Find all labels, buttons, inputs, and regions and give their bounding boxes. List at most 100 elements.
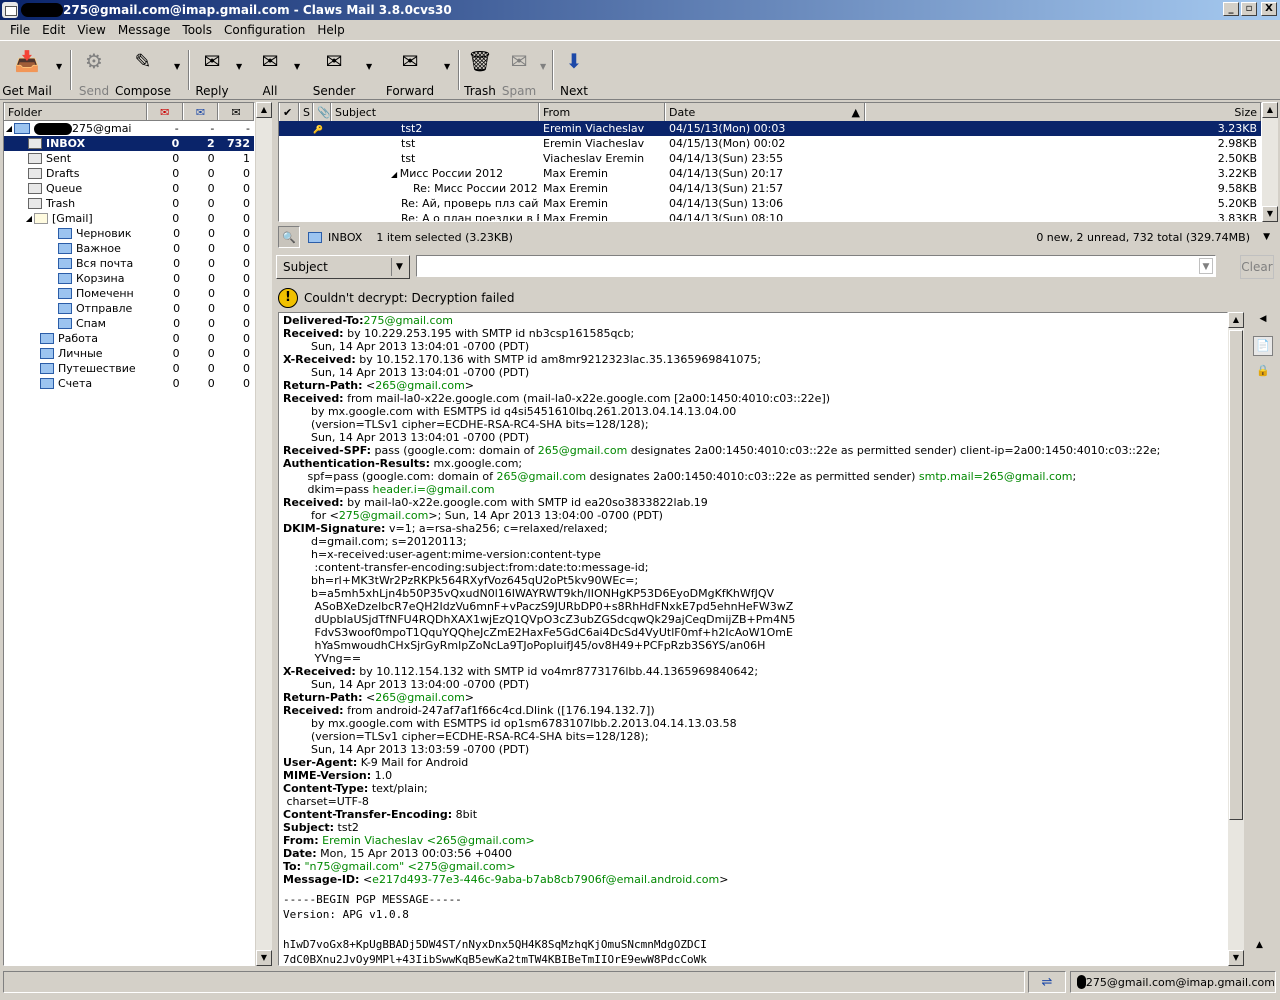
header-g3[interactable]: 275@gmail.com> <box>417 860 516 873</box>
maximize-button[interactable]: ▫ <box>1241 2 1257 16</box>
expand-arrow-icon[interactable]: ▲ <box>1256 940 1263 950</box>
header-g[interactable]: e217d493-77e3-446c-9aba-b7ab8cb7906f@ema… <box>372 873 719 886</box>
menu-view[interactable]: View <box>71 23 111 37</box>
reply-all-button[interactable]: ✉ All <box>248 42 292 98</box>
folder-row[interactable]: Корзина 0 0 0 <box>4 271 254 286</box>
scroll-up-arrow-icon[interactable]: ▲ <box>256 102 272 118</box>
search-button[interactable]: 🔍 <box>278 226 300 248</box>
forward-button[interactable]: ✉ Forward <box>380 42 440 98</box>
reply-all-menu-button[interactable]: ▼ <box>292 42 306 98</box>
header-g2[interactable]: 75@gmail.com" < <box>317 860 417 873</box>
encrypted-part-icon[interactable]: 🔒 <box>1253 362 1273 382</box>
reply-menu-button[interactable]: ▼ <box>234 42 248 98</box>
compose-menu-button[interactable]: ▼ <box>170 42 188 98</box>
collapse-left-icon[interactable]: ◀ <box>1250 314 1276 324</box>
from-column-header[interactable]: From <box>539 103 665 121</box>
search-input[interactable]: ▼ <box>416 255 1216 277</box>
text-part-icon[interactable]: 📄 <box>1253 336 1273 356</box>
folder-row[interactable]: Счета 0 0 0 <box>4 376 254 391</box>
message-row[interactable]: ◢ Мисс России 2012 Max Eremin 04/14/13(Sun… <box>279 166 1261 181</box>
menu-edit[interactable]: Edit <box>36 23 71 37</box>
header-g[interactable]: 265@gmail.com <box>375 379 465 392</box>
scroll-down-arrow-icon[interactable]: ▼ <box>1228 950 1244 966</box>
new-mail-column-icon[interactable]: ✉ <box>146 103 183 120</box>
header-g[interactable]: 275@gmail.com <box>339 509 429 522</box>
unread-column-icon[interactable]: ✉ <box>182 103 219 120</box>
spam-button[interactable]: ✉ Spam <box>500 42 538 98</box>
collapse-icon[interactable]: ◢ <box>24 214 34 223</box>
message-list-scrollbar[interactable]: ▲ ▼ <box>1262 102 1278 222</box>
header-g[interactable]: "n <box>305 860 317 873</box>
header-g[interactable]: 265@gmail.com <box>375 691 465 704</box>
get-mail-button[interactable]: 📥 Get Mail <box>2 42 52 98</box>
check-column-header[interactable]: ✔ <box>279 103 299 121</box>
reply-sender-button[interactable]: ✉ Sender <box>306 42 362 98</box>
folder-row[interactable]: Работа 0 0 0 <box>4 331 254 346</box>
folder-row[interactable]: Помеченн 0 0 0 <box>4 286 254 301</box>
size-column-header[interactable]: Size <box>865 103 1261 121</box>
menu-file[interactable]: File <box>4 23 36 37</box>
folder-column-header[interactable]: Folder <box>4 103 147 120</box>
account-status[interactable]: 275@gmail.com@imap.gmail.com <box>1070 971 1276 993</box>
expand-arrow-icon[interactable]: ▼ <box>1263 232 1270 242</box>
folder-row[interactable]: Важное 0 0 0 <box>4 241 254 256</box>
spam-menu-button[interactable]: ▼ <box>538 42 552 98</box>
minimize-button[interactable]: _ <box>1223 2 1239 16</box>
collapse-icon[interactable]: ◢ <box>4 124 14 133</box>
chevron-down-icon[interactable]: ▼ <box>1199 258 1213 274</box>
close-button[interactable]: X <box>1261 2 1277 16</box>
compose-button[interactable]: ✎ Compose <box>115 42 171 98</box>
header-g[interactable]: Eremin Viacheslav < <box>322 834 436 847</box>
message-row[interactable]: tst Eremin Viacheslav 04/15/13(Mon) 00:02 2… <box>279 136 1261 151</box>
menu-message[interactable]: Message <box>112 23 177 37</box>
message-row[interactable]: Re: Мисс России 2012 Max Eremin 04/14/13(S… <box>279 181 1261 196</box>
scroll-up-arrow-icon[interactable]: ▲ <box>1228 312 1244 328</box>
forward-menu-button[interactable]: ▼ <box>440 42 458 98</box>
header-g2[interactable]: smtp.mail= <box>919 470 983 483</box>
subject-column-header[interactable]: Subject <box>331 103 539 121</box>
scroll-up-arrow-icon[interactable]: ▲ <box>1262 102 1278 118</box>
reply-sender-menu-button[interactable]: ▼ <box>362 42 380 98</box>
header-g[interactable]: header.i=@gmail.com <box>373 483 495 496</box>
menu-help[interactable]: Help <box>311 23 350 37</box>
folder-row[interactable]: ◢ [Gmail] 0 0 0 <box>4 211 254 226</box>
header-g[interactable]: 265@gmail.com <box>538 444 628 457</box>
online-toggle[interactable]: ⇌ <box>1028 971 1066 993</box>
folder-row[interactable]: Путешествие 0 0 0 <box>4 361 254 376</box>
thread-collapse-icon[interactable]: ◢ <box>391 170 400 179</box>
search-type-select[interactable]: Subject ▼ <box>276 255 410 279</box>
header-g[interactable]: 275@gmail.com <box>363 314 453 327</box>
send-button[interactable]: ⚙ Send <box>72 42 116 98</box>
message-row[interactable]: Re: Ай, проверь плз сайт http://rusbc Max… <box>279 196 1261 211</box>
folder-row[interactable]: INBOX 0 2 732 <box>4 136 254 151</box>
folder-row[interactable]: Sent 0 0 1 <box>4 151 254 166</box>
account-row[interactable]: ◢ 275@gmai - - - <box>4 121 254 136</box>
folder-row[interactable]: Отправле 0 0 0 <box>4 301 254 316</box>
status-column-header[interactable]: S <box>299 103 313 121</box>
message-row[interactable]: 🔑 tst2 Eremin Viacheslav 04/15/13(Mon) 00:0… <box>279 121 1261 136</box>
trash-button[interactable]: 🗑 Trash <box>460 42 500 98</box>
folder-row[interactable]: Trash 0 0 0 <box>4 196 254 211</box>
folder-row[interactable]: Queue 0 0 0 <box>4 181 254 196</box>
scroll-down-arrow-icon[interactable]: ▼ <box>1262 206 1278 222</box>
folder-row[interactable]: Спам 0 0 0 <box>4 316 254 331</box>
menu-tools[interactable]: Tools <box>176 23 218 37</box>
attachment-column-icon[interactable]: 📎 <box>313 103 331 121</box>
folder-row[interactable]: Вся почта 0 0 0 <box>4 256 254 271</box>
header-g[interactable]: 265@gmail.com <box>497 470 587 483</box>
message-row[interactable]: tst Viacheslav Eremin 04/14/13(Sun) 23:55 2… <box>279 151 1261 166</box>
get-mail-menu-button[interactable]: ▼ <box>52 42 70 98</box>
menu-configuration[interactable]: Configuration <box>218 23 311 37</box>
folder-row[interactable]: Drafts 0 0 0 <box>4 166 254 181</box>
folder-scrollbar[interactable]: ▲ ▼ <box>256 102 272 966</box>
scroll-thumb[interactable] <box>1229 330 1243 820</box>
date-column-header[interactable]: Date ▲ <box>665 103 865 121</box>
clear-button[interactable]: Clear <box>1240 255 1274 279</box>
message-row[interactable]: Re: А о план поездки в Бургас перед Max E… <box>279 211 1261 221</box>
header-g2[interactable]: 265@gmail.com> <box>436 834 535 847</box>
scroll-down-arrow-icon[interactable]: ▼ <box>256 950 272 966</box>
total-column-icon[interactable]: ✉ <box>218 103 255 120</box>
header-g3[interactable]: 265@gmail.com <box>983 470 1073 483</box>
reply-button[interactable]: ✉ Reply <box>190 42 234 98</box>
folder-row[interactable]: Личные 0 0 0 <box>4 346 254 361</box>
